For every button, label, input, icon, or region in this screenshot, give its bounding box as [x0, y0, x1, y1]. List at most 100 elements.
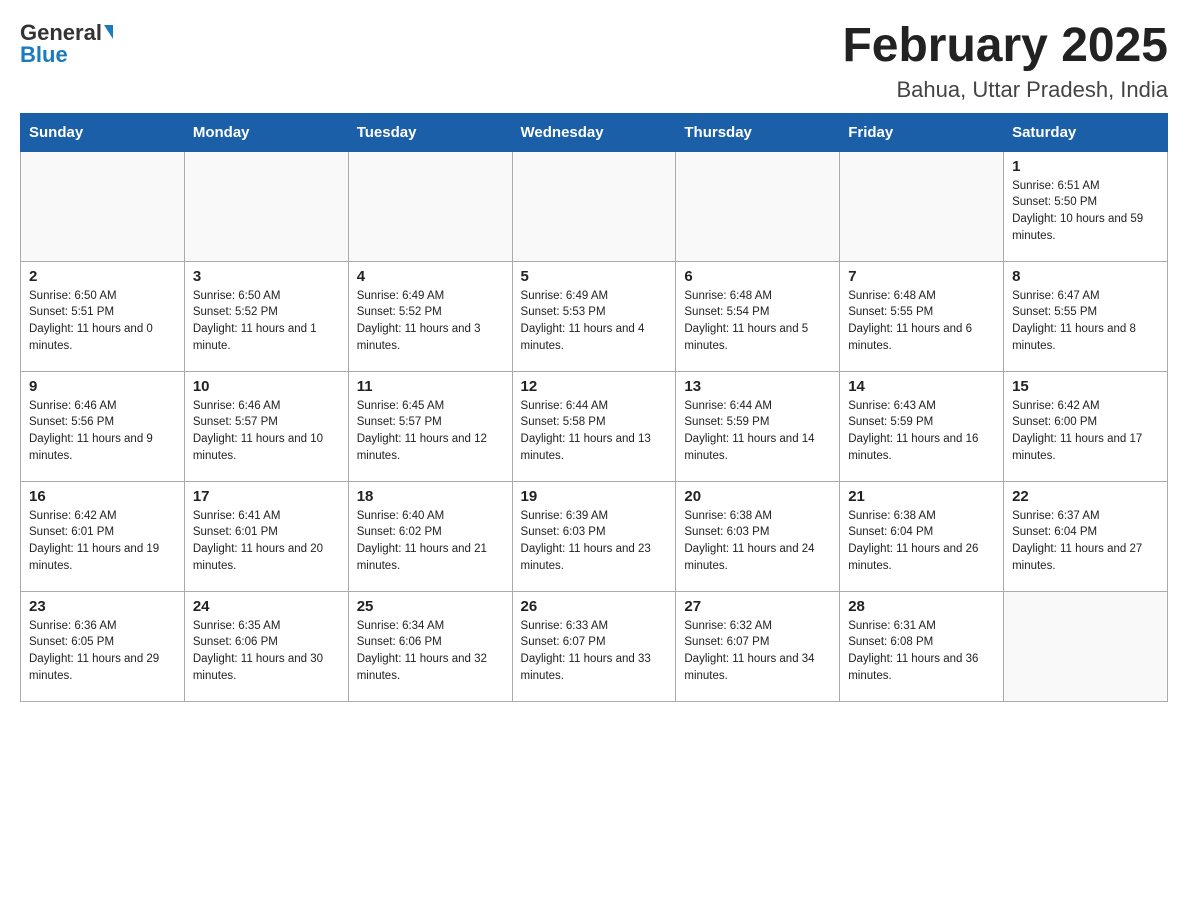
day-info: Sunrise: 6:51 AMSunset: 5:50 PMDaylight:… [1012, 178, 1159, 245]
day-info: Sunrise: 6:35 AMSunset: 6:06 PMDaylight:… [193, 618, 340, 685]
calendar-cell: 7Sunrise: 6:48 AMSunset: 5:55 PMDaylight… [840, 261, 1004, 371]
calendar-week-row: 1 Sunrise: 6:51 AMSunset: 5:50 PMDaylight… [21, 151, 1168, 261]
calendar-header-row: Sunday Monday Tuesday Wednesday Thursday… [21, 113, 1168, 151]
col-header-wednesday: Wednesday [512, 113, 676, 151]
day-info: Sunrise: 6:50 AMSunset: 5:51 PMDaylight:… [29, 288, 176, 355]
day-number: 21 [848, 488, 995, 505]
logo: General Blue [20, 20, 113, 68]
day-info: Sunrise: 6:32 AMSunset: 6:07 PMDaylight:… [684, 618, 831, 685]
calendar-table: Sunday Monday Tuesday Wednesday Thursday… [20, 113, 1168, 702]
calendar-cell: 24 Sunrise: 6:35 AMSunset: 6:06 PMDayligh… [184, 591, 348, 701]
day-info: Sunrise: 6:40 AMSunset: 6:02 PMDaylight:… [357, 508, 504, 575]
calendar-cell [21, 151, 185, 261]
calendar-cell: 19 Sunrise: 6:39 AMSunset: 6:03 PMDayligh… [512, 481, 676, 591]
calendar-cell [512, 151, 676, 261]
day-info: Sunrise: 6:42 AMSunset: 6:00 PMDaylight:… [1012, 398, 1159, 465]
day-number: 12 [521, 378, 668, 395]
day-number: 3 [193, 268, 340, 285]
calendar-cell: 20 Sunrise: 6:38 AMSunset: 6:03 PMDayligh… [676, 481, 840, 591]
day-number: 10 [193, 378, 340, 395]
calendar-week-row: 23 Sunrise: 6:36 AMSunset: 6:05 PMDayligh… [21, 591, 1168, 701]
calendar-cell [348, 151, 512, 261]
calendar-cell: 28 Sunrise: 6:31 AMSunset: 6:08 PMDayligh… [840, 591, 1004, 701]
calendar-cell [840, 151, 1004, 261]
day-number: 9 [29, 378, 176, 395]
day-number: 5 [521, 268, 668, 285]
day-info: Sunrise: 6:41 AMSunset: 6:01 PMDaylight:… [193, 508, 340, 575]
page-header: General Blue February 2025 Bahua, Uttar … [20, 20, 1168, 103]
day-number: 15 [1012, 378, 1159, 395]
day-number: 8 [1012, 268, 1159, 285]
day-number: 24 [193, 598, 340, 615]
calendar-subtitle: Bahua, Uttar Pradesh, India [842, 77, 1168, 103]
calendar-cell: 13 Sunrise: 6:44 AMSunset: 5:59 PMDayligh… [676, 371, 840, 481]
day-info: Sunrise: 6:34 AMSunset: 6:06 PMDaylight:… [357, 618, 504, 685]
day-info: Sunrise: 6:33 AMSunset: 6:07 PMDaylight:… [521, 618, 668, 685]
day-number: 28 [848, 598, 995, 615]
day-number: 2 [29, 268, 176, 285]
col-header-tuesday: Tuesday [348, 113, 512, 151]
calendar-cell: 10 Sunrise: 6:46 AMSunset: 5:57 PMDayligh… [184, 371, 348, 481]
calendar-cell: 18 Sunrise: 6:40 AMSunset: 6:02 PMDayligh… [348, 481, 512, 591]
calendar-week-row: 16 Sunrise: 6:42 AMSunset: 6:01 PMDayligh… [21, 481, 1168, 591]
day-number: 23 [29, 598, 176, 615]
day-info: Sunrise: 6:38 AMSunset: 6:04 PMDaylight:… [848, 508, 995, 575]
day-info: Sunrise: 6:31 AMSunset: 6:08 PMDaylight:… [848, 618, 995, 685]
day-info: Sunrise: 6:45 AMSunset: 5:57 PMDaylight:… [357, 398, 504, 465]
day-number: 1 [1012, 158, 1159, 175]
calendar-cell: 14 Sunrise: 6:43 AMSunset: 5:59 PMDayligh… [840, 371, 1004, 481]
calendar-cell: 3 Sunrise: 6:50 AMSunset: 5:52 PMDaylight… [184, 261, 348, 371]
day-info: Sunrise: 6:43 AMSunset: 5:59 PMDaylight:… [848, 398, 995, 465]
day-info: Sunrise: 6:48 AMSunset: 5:54 PMDaylight:… [684, 288, 831, 355]
calendar-cell: 4Sunrise: 6:49 AMSunset: 5:52 PMDaylight… [348, 261, 512, 371]
calendar-week-row: 9Sunrise: 6:46 AMSunset: 5:56 PMDaylight… [21, 371, 1168, 481]
day-info: Sunrise: 6:39 AMSunset: 6:03 PMDaylight:… [521, 508, 668, 575]
day-number: 13 [684, 378, 831, 395]
day-info: Sunrise: 6:47 AMSunset: 5:55 PMDaylight:… [1012, 288, 1159, 355]
calendar-cell: 22Sunrise: 6:37 AMSunset: 6:04 PMDayligh… [1004, 481, 1168, 591]
calendar-cell [184, 151, 348, 261]
calendar-cell: 15 Sunrise: 6:42 AMSunset: 6:00 PMDayligh… [1004, 371, 1168, 481]
calendar-cell: 17 Sunrise: 6:41 AMSunset: 6:01 PMDayligh… [184, 481, 348, 591]
calendar-cell: 11 Sunrise: 6:45 AMSunset: 5:57 PMDayligh… [348, 371, 512, 481]
calendar-week-row: 2 Sunrise: 6:50 AMSunset: 5:51 PMDaylight… [21, 261, 1168, 371]
day-info: Sunrise: 6:48 AMSunset: 5:55 PMDaylight:… [848, 288, 995, 355]
day-number: 20 [684, 488, 831, 505]
day-info: Sunrise: 6:42 AMSunset: 6:01 PMDaylight:… [29, 508, 176, 575]
calendar-cell: 26 Sunrise: 6:33 AMSunset: 6:07 PMDayligh… [512, 591, 676, 701]
calendar-cell: 6 Sunrise: 6:48 AMSunset: 5:54 PMDaylight… [676, 261, 840, 371]
day-info: Sunrise: 6:50 AMSunset: 5:52 PMDaylight:… [193, 288, 340, 355]
day-info: Sunrise: 6:46 AMSunset: 5:57 PMDaylight:… [193, 398, 340, 465]
day-number: 6 [684, 268, 831, 285]
day-number: 19 [521, 488, 668, 505]
day-number: 26 [521, 598, 668, 615]
logo-triangle-icon [104, 25, 113, 39]
day-number: 16 [29, 488, 176, 505]
day-number: 14 [848, 378, 995, 395]
day-info: Sunrise: 6:36 AMSunset: 6:05 PMDaylight:… [29, 618, 176, 685]
calendar-cell: 8 Sunrise: 6:47 AMSunset: 5:55 PMDaylight… [1004, 261, 1168, 371]
title-block: February 2025 Bahua, Uttar Pradesh, Indi… [842, 20, 1168, 103]
col-header-sunday: Sunday [21, 113, 185, 151]
calendar-cell: 27 Sunrise: 6:32 AMSunset: 6:07 PMDayligh… [676, 591, 840, 701]
day-info: Sunrise: 6:37 AMSunset: 6:04 PMDaylight:… [1012, 508, 1159, 575]
calendar-cell [676, 151, 840, 261]
day-number: 17 [193, 488, 340, 505]
day-info: Sunrise: 6:38 AMSunset: 6:03 PMDaylight:… [684, 508, 831, 575]
col-header-thursday: Thursday [676, 113, 840, 151]
day-number: 11 [357, 378, 504, 395]
day-number: 25 [357, 598, 504, 615]
day-info: Sunrise: 6:44 AMSunset: 5:59 PMDaylight:… [684, 398, 831, 465]
day-info: Sunrise: 6:49 AMSunset: 5:53 PMDaylight:… [521, 288, 668, 355]
day-number: 18 [357, 488, 504, 505]
day-number: 4 [357, 268, 504, 285]
col-header-saturday: Saturday [1004, 113, 1168, 151]
calendar-title: February 2025 [842, 20, 1168, 73]
calendar-cell [1004, 591, 1168, 701]
col-header-friday: Friday [840, 113, 1004, 151]
calendar-cell: 21 Sunrise: 6:38 AMSunset: 6:04 PMDayligh… [840, 481, 1004, 591]
calendar-cell: 23 Sunrise: 6:36 AMSunset: 6:05 PMDayligh… [21, 591, 185, 701]
calendar-cell: 5 Sunrise: 6:49 AMSunset: 5:53 PMDaylight… [512, 261, 676, 371]
calendar-cell: 1 Sunrise: 6:51 AMSunset: 5:50 PMDaylight… [1004, 151, 1168, 261]
day-number: 27 [684, 598, 831, 615]
